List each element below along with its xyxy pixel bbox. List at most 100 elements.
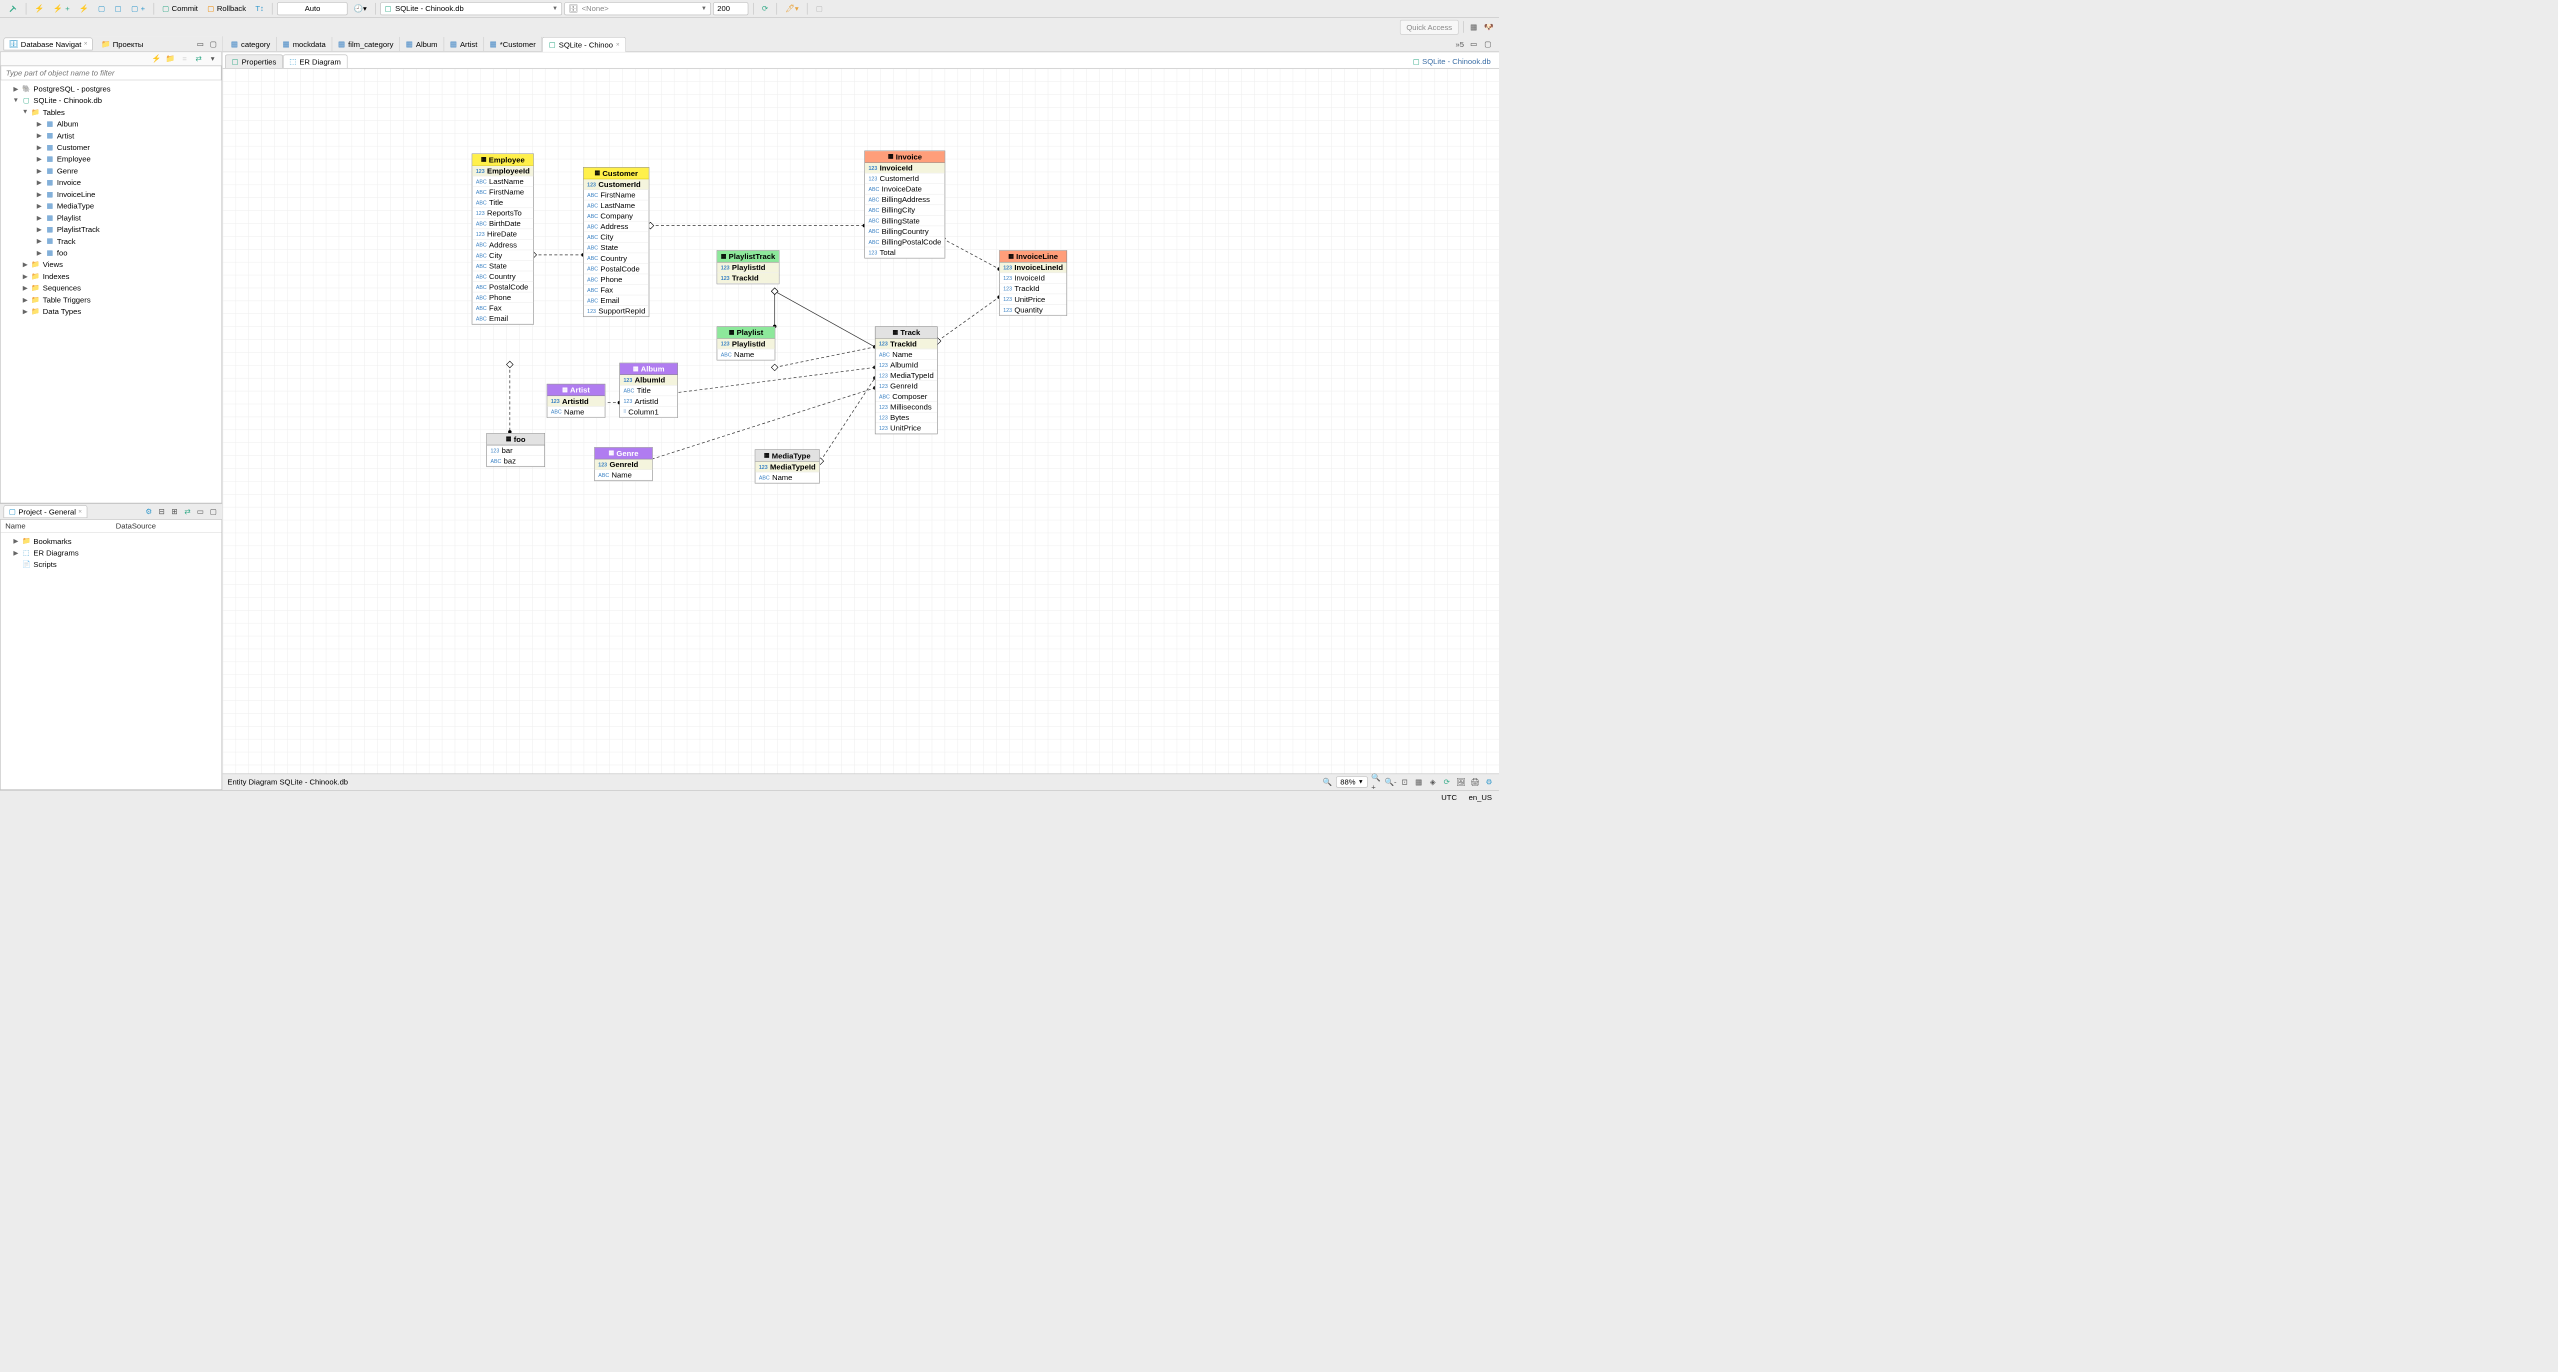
entity-column[interactable]: ABCCountry	[584, 253, 649, 264]
entity-column[interactable]: 123MediaTypeId	[875, 370, 937, 381]
breadcrumb[interactable]: ▢SQLite - Chinook.db	[1413, 57, 1497, 66]
entity-column[interactable]: ABCFax	[584, 285, 649, 296]
expand-arrow-icon[interactable]: ▼	[12, 97, 19, 104]
er-diagram-tab[interactable]: ⬚ER Diagram	[283, 54, 348, 67]
entity-column[interactable]: ABCBillingState	[865, 216, 945, 227]
entity-header[interactable]: ▦Employee	[472, 154, 533, 166]
entity-column[interactable]: ABCFirstName	[584, 190, 649, 201]
quick-access-button[interactable]: Quick Access	[1400, 20, 1459, 35]
navigator-tab[interactable]: 🗄Database Navigat ×	[4, 38, 93, 51]
entity-column[interactable]: ABCCity	[472, 250, 533, 261]
tx-mode-icon[interactable]: T↕	[252, 3, 268, 14]
zoom-in-icon[interactable]: 🔍+	[1371, 777, 1382, 788]
entity-artist[interactable]: ▦Artist123ArtistIdABCName	[547, 384, 606, 418]
entity-column[interactable]: 123MediaTypeId	[755, 462, 819, 473]
new-icon[interactable]: ⊞	[169, 506, 180, 517]
entity-column[interactable]: 123PlaylistId	[717, 263, 779, 274]
entity-column[interactable]: 123Quantity	[1000, 305, 1067, 316]
tree-item[interactable]: ▶▦Playlist	[2, 212, 221, 224]
entity-column[interactable]: ABCLastName	[584, 200, 649, 211]
tree-item[interactable]: ▶▦Customer	[2, 141, 221, 153]
entity-header[interactable]: ▦Playlist	[717, 327, 774, 339]
refresh-icon[interactable]: ⟳	[758, 3, 771, 15]
close-icon[interactable]: ×	[78, 508, 82, 515]
perspective-db-icon[interactable]: ▦	[1469, 22, 1480, 33]
expand-arrow-icon[interactable]: ▶	[36, 155, 43, 163]
entity-column[interactable]: ABCPhone	[472, 292, 533, 303]
entity-column[interactable]: ABCPhone	[584, 274, 649, 285]
tab-overflow-icon[interactable]: »5	[1454, 39, 1465, 50]
tree-item[interactable]: ▶🐘PostgreSQL - postgres	[2, 83, 221, 95]
tree-item[interactable]: ▶📁Sequences	[2, 282, 221, 294]
editor-tab[interactable]: ▦category	[225, 37, 277, 51]
tree-item[interactable]: ▶▦MediaType	[2, 200, 221, 212]
entity-column[interactable]: 123CustomerId	[584, 179, 649, 190]
expand-arrow-icon[interactable]: ▶	[36, 178, 43, 186]
entity-column[interactable]: ABCName	[547, 407, 604, 418]
commit-button[interactable]: ▢Commit	[159, 3, 202, 15]
tree-item[interactable]: ▶▦Invoice	[2, 176, 221, 188]
close-icon[interactable]: ×	[84, 40, 88, 47]
entity-column[interactable]: 123AlbumId	[620, 375, 677, 386]
entity-mediatype[interactable]: ▦MediaType123MediaTypeIdABCName	[755, 449, 820, 483]
entity-column[interactable]: ABCCity	[584, 232, 649, 243]
tree-item[interactable]: ▶⬚ER Diagrams	[2, 547, 221, 559]
expand-arrow-icon[interactable]: ▶	[36, 202, 43, 210]
layout-icon[interactable]: ◈	[1427, 777, 1438, 788]
tree-item[interactable]: 📄Scripts	[2, 559, 221, 571]
navigator-filter-input[interactable]	[1, 66, 222, 81]
entity-genre[interactable]: ▦Genre123GenreIdABCName	[594, 447, 653, 481]
entity-playlist[interactable]: ▦Playlist123PlaylistIdABCName	[717, 326, 776, 360]
entity-customer[interactable]: ▦Customer123CustomerIdABCFirstNameABCLas…	[583, 167, 649, 317]
link-editor-icon[interactable]: ⇄	[182, 506, 193, 517]
entity-column[interactable]: ABCBirthDate	[472, 219, 533, 230]
projects-tab[interactable]: 📁Проекты	[96, 38, 148, 50]
entity-column[interactable]: ABCAddress	[584, 222, 649, 233]
entity-column[interactable]: ABCEmail	[472, 314, 533, 325]
settings-icon[interactable]: ⚙	[1484, 777, 1495, 788]
tree-item[interactable]: ▶▦PlaylistTrack	[2, 223, 221, 235]
expand-arrow-icon[interactable]: ▶	[36, 225, 43, 233]
expand-arrow-icon[interactable]: ▶	[36, 143, 43, 151]
row-limit-input[interactable]	[713, 2, 748, 15]
entity-column[interactable]: 123AlbumId	[875, 360, 937, 371]
editor-tab[interactable]: ▦mockdata	[277, 37, 332, 51]
expand-arrow-icon[interactable]: ▶	[36, 190, 43, 198]
connect-icon[interactable]	[5, 3, 21, 15]
expand-arrow-icon[interactable]: ▶	[22, 307, 29, 315]
entity-column[interactable]: ABCBillingCity	[865, 205, 945, 216]
entity-column[interactable]: 123TrackId	[1000, 284, 1067, 295]
stop-icon[interactable]: ▢	[812, 3, 826, 15]
entity-column[interactable]: 123Total	[865, 247, 945, 258]
expand-arrow-icon[interactable]: ▶	[22, 272, 29, 280]
tree-item[interactable]: ▶▦foo	[2, 247, 221, 259]
entity-column[interactable]: ABCTitle	[472, 197, 533, 208]
entity-column[interactable]: 123ArtistId	[620, 396, 677, 407]
entity-header[interactable]: ▦foo	[487, 434, 544, 446]
entity-column[interactable]: ABCInvoiceDate	[865, 184, 945, 195]
history-icon[interactable]: 🕘▾	[350, 3, 370, 15]
entity-column[interactable]: ABCFirstName	[472, 187, 533, 198]
entity-column[interactable]: 123Milliseconds	[875, 402, 937, 413]
minimize-icon[interactable]: ▭	[195, 39, 206, 50]
entity-header[interactable]: ▦Artist	[547, 384, 604, 396]
tree-item[interactable]: ▶📁Data Types	[2, 305, 221, 317]
entity-column[interactable]: 123UnitPrice	[875, 423, 937, 434]
editor-tab[interactable]: ▦film_category	[332, 37, 400, 51]
entity-invoice[interactable]: ▦Invoice123InvoiceId123CustomerIdABCInvo…	[864, 151, 945, 259]
entity-column[interactable]: 123ReportsTo	[472, 208, 533, 219]
expand-arrow-icon[interactable]: ▶	[36, 120, 43, 128]
expand-arrow-icon[interactable]: ▶	[12, 549, 19, 557]
zoom-out-icon[interactable]: 🔍-	[1385, 777, 1396, 788]
entity-column[interactable]: ABCState	[584, 243, 649, 254]
editor-tab[interactable]: ▢SQLite - Chinoo×	[542, 37, 626, 52]
entity-invoiceline[interactable]: ▦InvoiceLine123InvoiceLineId123InvoiceId…	[999, 250, 1067, 316]
sql-recent-icon[interactable]: ▢	[111, 3, 125, 15]
entity-column[interactable]: ABCBillingCountry	[865, 226, 945, 237]
entity-column[interactable]: ABCFax	[472, 303, 533, 314]
datasource-combo[interactable]: ▢SQLite - Chinook.db▼	[380, 2, 562, 15]
entity-foo[interactable]: ▦foo123barABCbaz	[486, 433, 545, 467]
entity-column[interactable]: 123InvoiceLineId	[1000, 263, 1067, 274]
plug-connect-icon[interactable]: ⚡	[31, 3, 48, 15]
tree-item[interactable]: ▶📁Indexes	[2, 270, 221, 282]
